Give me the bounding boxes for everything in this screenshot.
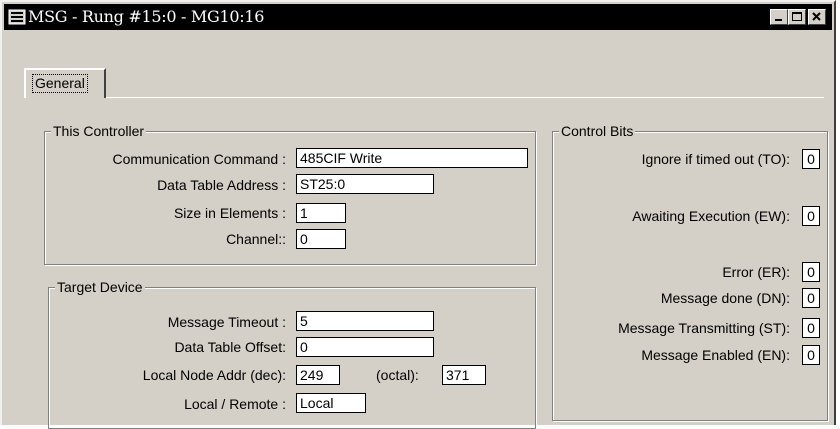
octal-label: (octal): (376, 367, 419, 383)
data-table-offset-field[interactable]: 0 (296, 337, 434, 357)
ignore-timed-out-bit[interactable]: 0 (802, 149, 820, 169)
error-bit[interactable]: 0 (802, 262, 820, 282)
local-node-addr-octal-field[interactable]: 371 (442, 365, 486, 385)
awaiting-execution-label: Awaiting Execution (EW): (632, 208, 790, 224)
channel-label: Channel:: (226, 231, 286, 247)
close-icon (812, 12, 821, 21)
message-timeout-field[interactable]: 5 (296, 311, 434, 331)
error-label: Error (ER): (722, 264, 790, 280)
data-table-address-field[interactable]: ST25:0 (296, 174, 434, 194)
ignore-timed-out-label: Ignore if timed out (TO): (641, 151, 790, 167)
target-device-group: Target Device (48, 279, 536, 429)
message-transmitting-label: Message Transmitting (ST): (618, 320, 790, 336)
local-remote-field[interactable]: Local (296, 393, 366, 413)
message-done-label: Message done (DN): (660, 290, 790, 306)
minimize-icon (775, 19, 782, 21)
local-node-addr-label: Local Node Addr (dec): (142, 367, 286, 383)
comm-command-field[interactable]: 485CIF Write (296, 148, 528, 168)
size-in-elements-label: Size in Elements : (173, 205, 286, 221)
title-bar[interactable]: MSG - Rung #15:0 - MG10:16 (4, 4, 832, 30)
app-icon (8, 9, 26, 25)
close-button[interactable] (808, 9, 826, 25)
tab-general-label: General (32, 74, 88, 93)
target-device-title: Target Device (55, 279, 145, 295)
channel-field[interactable]: 0 (296, 229, 346, 249)
data-table-address-label: Data Table Address : (157, 177, 286, 193)
maximize-icon (792, 12, 802, 21)
local-node-addr-dec-field[interactable]: 249 (296, 365, 340, 385)
minimize-button[interactable] (770, 9, 788, 25)
tab-general[interactable]: General (24, 68, 106, 98)
maximize-button[interactable] (788, 9, 806, 25)
data-table-offset-label: Data Table Offset: (174, 339, 286, 355)
tab-strip-border (24, 97, 824, 98)
msg-dialog-window: MSG - Rung #15:0 - MG10:16 General This … (0, 0, 836, 429)
size-in-elements-field[interactable]: 1 (296, 203, 346, 223)
message-enabled-label: Message Enabled (EN): (641, 347, 790, 363)
window-title: MSG - Rung #15:0 - MG10:16 (28, 7, 265, 26)
this-controller-title: This Controller (51, 123, 147, 139)
comm-command-label: Communication Command : (112, 151, 286, 167)
control-bits-title: Control Bits (559, 123, 636, 139)
message-transmitting-bit[interactable]: 0 (802, 318, 820, 338)
awaiting-execution-bit[interactable]: 0 (802, 206, 820, 226)
message-enabled-bit[interactable]: 0 (802, 345, 820, 365)
message-timeout-label: Message Timeout : (167, 314, 286, 330)
local-remote-label: Local / Remote : (184, 396, 286, 412)
message-done-bit[interactable]: 0 (802, 288, 820, 308)
